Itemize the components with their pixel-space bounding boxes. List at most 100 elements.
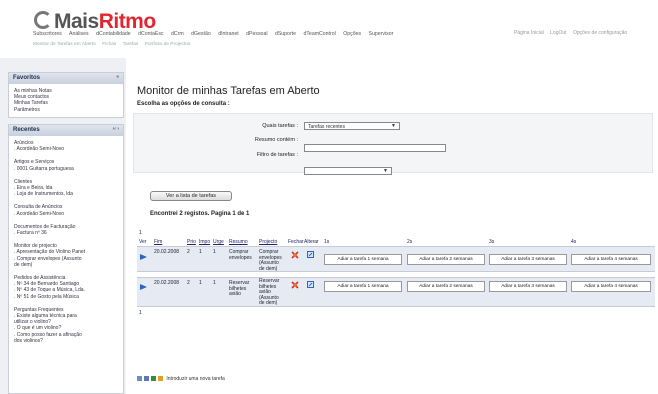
subnav-monitor[interactable]: Monitor de Tarefas em Aberto	[33, 42, 96, 47]
col-week-4: 4s	[571, 239, 577, 245]
recent-item[interactable]: . 0001 Guitarra portuguesa	[14, 166, 118, 172]
task-importance: 1	[199, 249, 202, 255]
recent-item[interactable]: . Loja de Instrumentos, lda	[14, 191, 118, 197]
task-due-date: 20.02.2008	[154, 280, 180, 286]
subnav-fichas[interactable]: Fichas	[102, 42, 116, 47]
nav-dcontaesc[interactable]: dContaEsc	[138, 31, 163, 37]
new-task-link[interactable]: Introduzir uma nova tarefa	[166, 376, 224, 382]
recent-item[interactable]: de dem)	[14, 262, 118, 268]
recent-item[interactable]: . Nº 51 de Gosto pela Música	[14, 294, 118, 300]
view-task-arrow-icon[interactable]	[140, 284, 147, 290]
quais-tarefas-label: Quais tarefas :	[262, 123, 298, 129]
collapse-icon[interactable]: «	[116, 74, 119, 80]
new-task-icon[interactable]	[158, 376, 163, 381]
edit-task-icon[interactable]	[307, 281, 314, 288]
col-prio[interactable]: Prio	[187, 239, 196, 245]
close-task-icon[interactable]	[291, 251, 299, 259]
subnav-tarefas[interactable]: Tarefas	[123, 42, 139, 47]
recent-item[interactable]: . Acordeão Semi-Novo	[14, 211, 118, 217]
col-alterar: Alterar	[304, 239, 319, 245]
top-links: Página Inicial LogOut Opções de configur…	[514, 30, 632, 36]
col-fim[interactable]: Fim	[154, 239, 162, 245]
postpone-2-weeks-button[interactable]: Adiar a tarefa 2 semanas	[407, 281, 485, 292]
logo-text-2: Ritmo	[98, 10, 157, 33]
tasks-table: 1 Ver Fim Prio Impo Urge Resumo Projecto…	[137, 228, 655, 370]
col-urge[interactable]: Urge	[213, 239, 224, 245]
top-navigation: Subscritores Análises dContabilidade dCo…	[33, 31, 399, 37]
logo-text-1: Mais	[54, 10, 99, 33]
postpone-2-weeks-button[interactable]: Adiar a tarefa 2 semanas	[407, 254, 485, 265]
task-priority: 2	[187, 280, 190, 286]
nav-dgestao[interactable]: dGestão	[191, 31, 211, 37]
edit-task-icon[interactable]	[307, 251, 314, 258]
recentes-panel: Recentes ‹‹ › Arúncios. Acordeão Semi-Nov…	[8, 124, 124, 394]
col-impo[interactable]: Impo	[199, 239, 210, 245]
dropdown-arrow-icon: ▼	[391, 123, 396, 129]
recentes-title: Recentes ‹‹ ›	[9, 125, 123, 136]
nav-dcontabilidade[interactable]: dContabilidade	[96, 31, 131, 37]
link-opcoes-configuracao[interactable]: Opções de configuração	[573, 30, 627, 36]
recent-item[interactable]: . Factura nº 36	[14, 230, 118, 236]
task-resumo[interactable]: Reservar bilhetes avião	[229, 280, 249, 298]
task-resumo[interactable]: Comprar envelopes	[229, 249, 252, 261]
nav-supervisor[interactable]: Supervisor	[369, 31, 394, 37]
list-icon[interactable]	[137, 376, 142, 381]
print-icon[interactable]	[151, 376, 156, 381]
col-ver: Ver	[139, 239, 147, 245]
recent-group: Documentos de Facturação. Factura nº 36	[14, 224, 118, 236]
resumo-contem-label: Resumo contém :	[254, 137, 298, 143]
col-week-2: 2s	[407, 239, 413, 245]
link-pagina-inicial[interactable]: Página Inicial	[514, 30, 544, 36]
postpone-1-week-button[interactable]: Adiar a tarefa 1 semana	[324, 281, 402, 292]
col-week-3: 3s	[489, 239, 495, 245]
recent-group: Consulta de Anúncios. Acordeão Semi-Novo	[14, 204, 118, 216]
col-projecto[interactable]: Projecto	[259, 239, 277, 245]
query-options-heading: Escolha as opções de consulta :	[137, 101, 230, 107]
view-task-arrow-icon[interactable]	[140, 254, 147, 260]
footer-actions: Introduzir uma nova tarefa	[137, 376, 225, 382]
table-row: 20.02.2008 2 1 1 Comprar envelopes Compra…	[137, 246, 655, 272]
col-resumo[interactable]: Resumo	[229, 239, 248, 245]
nav-dintranet[interactable]: dIntranet	[218, 31, 238, 37]
filtro-tarefas-select[interactable]: ▼	[304, 167, 392, 175]
recent-group: Pedidos de Assistência. Nº 34 de Bernard…	[14, 275, 118, 300]
nav-dcrm[interactable]: dCrm	[171, 31, 184, 37]
recent-group: Arúncios. Acordeão Semi-Novo	[14, 140, 118, 152]
close-task-icon[interactable]	[291, 281, 299, 289]
col-week-1: 1s	[324, 239, 330, 245]
postpone-3-weeks-button[interactable]: Adiar a tarefa 3 semanas	[489, 254, 567, 265]
task-projecto[interactable]: Comprar envelopes (Assunto de dem)	[259, 249, 282, 272]
recent-item[interactable]: dos violinos?	[14, 338, 118, 344]
nav-opcoes[interactable]: Opções	[343, 31, 361, 37]
nav-dteamcontrol[interactable]: dTeamControl	[303, 31, 335, 37]
pager-top[interactable]: 1	[139, 230, 142, 237]
nav-analises[interactable]: Análises	[69, 31, 89, 37]
recent-item[interactable]: . Acordeão Semi-Novo	[14, 146, 118, 152]
recent-group: Artigos e Serviços. 0001 Guitarra portug…	[14, 159, 118, 171]
sub-navigation: Monitor de Tarefas em Aberto Fichas Tare…	[33, 42, 195, 47]
favoritos-panel: Favoritos « As minhas Notas Meus contacto…	[8, 72, 124, 118]
postpone-3-weeks-button[interactable]: Adiar a tarefa 3 semanas	[489, 281, 567, 292]
resumo-input[interactable]	[304, 144, 446, 152]
task-due-date: 20.02.2008	[154, 249, 180, 255]
postpone-4-weeks-button[interactable]: Adiar a tarefa 4 semanas	[571, 281, 651, 292]
postpone-1-week-button[interactable]: Adiar a tarefa 1 semana	[324, 254, 402, 265]
navigate-arrows-icon[interactable]: ‹‹ ›	[113, 126, 119, 132]
table-row: 20.02.2008 2 1 1 Reservar bilhetes avião R…	[137, 277, 655, 307]
dropdown-arrow-icon: ▼	[383, 168, 388, 174]
ver-lista-tarefas-button[interactable]: Ver a lista de tarefas	[150, 191, 232, 201]
link-logout[interactable]: LogOut	[550, 30, 566, 36]
postpone-4-weeks-button[interactable]: Adiar a tarefa 4 semanas	[571, 254, 651, 265]
nav-dpessoal[interactable]: dPessoal	[246, 31, 267, 37]
results-count: Encontrei 2 registos. Pagina 1 de 1	[150, 211, 250, 217]
task-projecto[interactable]: Reservar bilhetes avião (Assunto de dem)	[259, 278, 279, 307]
nav-subscritores[interactable]: Subscritores	[33, 31, 62, 37]
subnav-portfolio[interactable]: Portfolio de Projectos	[145, 42, 191, 47]
task-urgency: 1	[213, 249, 216, 255]
nav-dsuporte[interactable]: dSuporte	[275, 31, 296, 37]
calendar-icon[interactable]	[144, 376, 149, 381]
pager-bottom[interactable]: 1	[139, 310, 142, 317]
quais-tarefas-select[interactable]: Tarefas recentes ▼	[304, 122, 400, 130]
task-urgency: 1	[213, 280, 216, 286]
favoritos-item[interactable]: Parâmetros	[14, 107, 118, 113]
